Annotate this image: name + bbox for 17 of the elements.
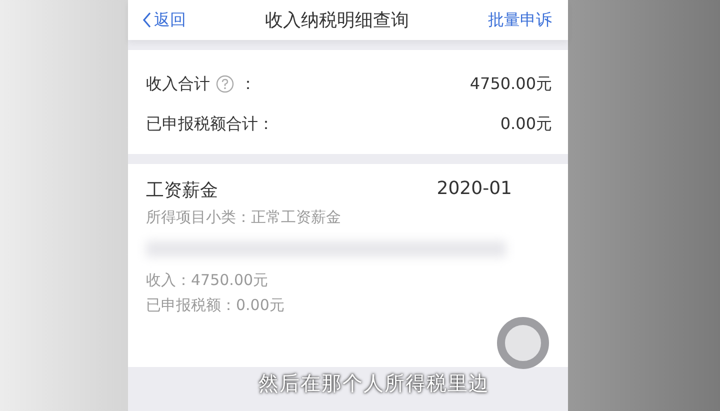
help-icon[interactable] [216, 75, 234, 93]
summary-value: 4750.00元 [470, 74, 552, 94]
page-title: 收入纳税明细查询 [265, 9, 409, 32]
summary-value: 0.00元 [500, 114, 552, 134]
record-subtype: 所得项目小类：正常工资薪金 [146, 208, 342, 227]
summary-label: 收入合计 [146, 74, 210, 94]
record-tax: 已申报税额：0.00元 [146, 296, 286, 315]
record-income: 收入：4750.00元 [146, 271, 270, 290]
back-button[interactable]: 返回 [142, 10, 186, 30]
chevron-left-icon [142, 12, 152, 28]
income-record-card[interactable]: 工资薪金 2020-01 所得项目小类：正常工资薪金 收入：4750.00元 已申报税额：0.00元 [128, 164, 568, 367]
record-period: 2020-01 [436, 178, 512, 201]
video-subtitle: 然后在那个人所得税里边 [258, 371, 490, 395]
batch-appeal-button[interactable]: 批量申诉 [488, 10, 552, 30]
record-title: 工资薪金 [146, 179, 218, 202]
summary-label: 已申报税额合计： [146, 114, 274, 134]
colon: ： [240, 74, 256, 94]
